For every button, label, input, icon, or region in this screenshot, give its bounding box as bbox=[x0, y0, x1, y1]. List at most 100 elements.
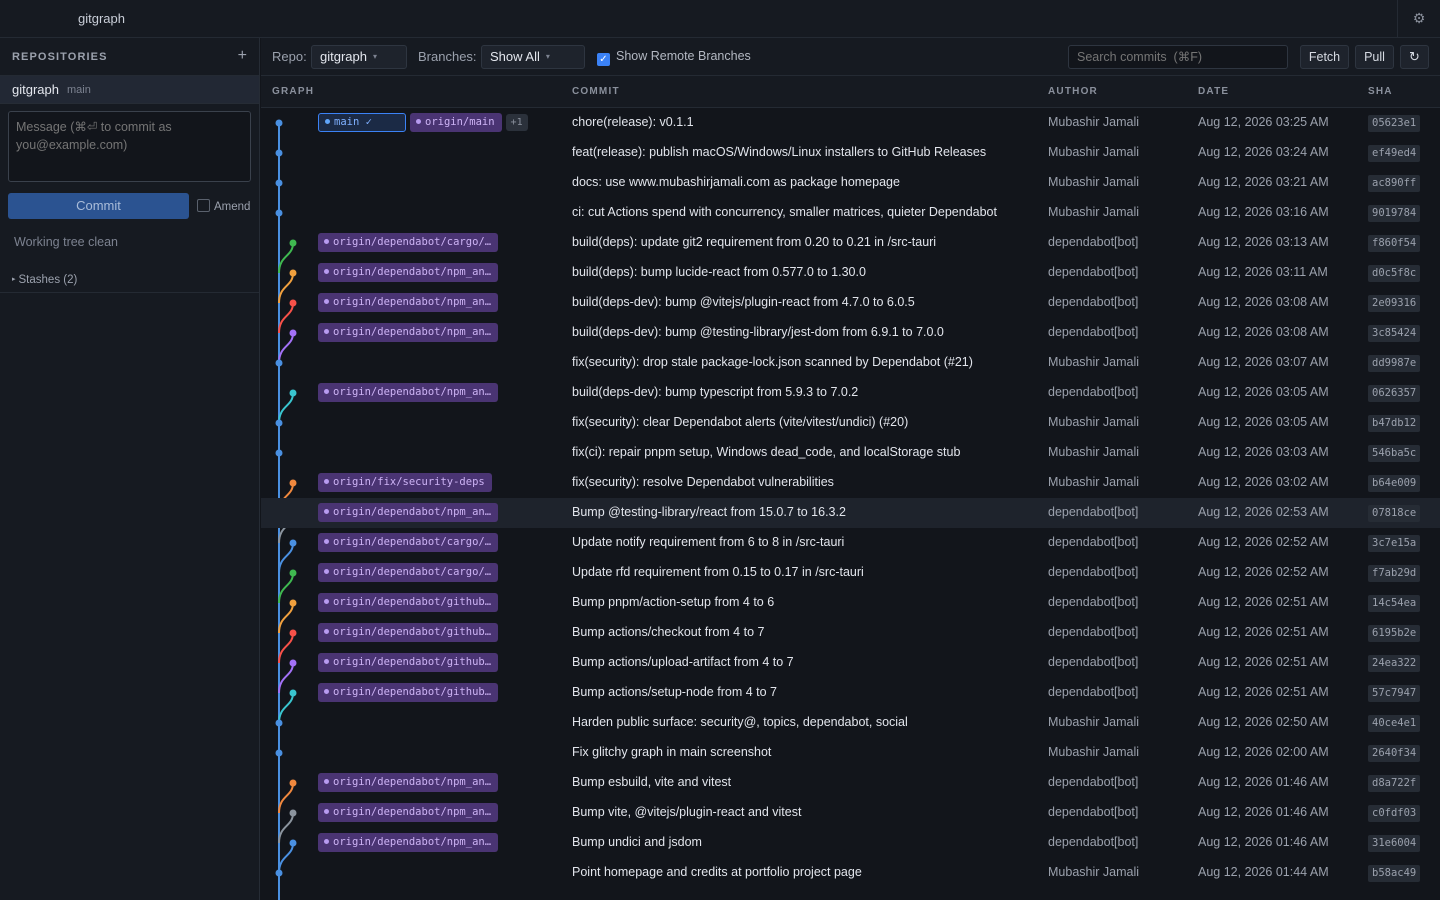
branch-dot-icon bbox=[324, 269, 329, 274]
checkmark-icon[interactable]: ✓ bbox=[597, 53, 610, 66]
commit-row[interactable]: origin/dependabot/npm_an… build(deps-dev)… bbox=[261, 288, 1440, 318]
remote-branch-badge[interactable]: origin/dependabot/npm_an… bbox=[318, 833, 499, 852]
commit-message: build(deps): bump lucide-react from 0.57… bbox=[572, 265, 866, 279]
pull-button[interactable]: Pull bbox=[1355, 45, 1394, 69]
commit-sha[interactable]: 6195b2e bbox=[1368, 625, 1421, 642]
remote-branch-badge[interactable]: origin/dependabot/npm_an… bbox=[318, 263, 499, 282]
chevron-down-icon: ▾ bbox=[372, 52, 377, 61]
commit-row[interactable]: origin/dependabot/github… Bump actions/up… bbox=[261, 648, 1440, 678]
commit-row[interactable]: origin/dependabot/npm_an… Bump @testing-l… bbox=[261, 498, 1440, 528]
commit-sha[interactable]: 57c7947 bbox=[1368, 685, 1421, 702]
amend-checkbox[interactable]: Amend bbox=[197, 199, 250, 213]
commit-row[interactable]: feat(release): publish macOS/Windows/Lin… bbox=[261, 138, 1440, 168]
commit-row[interactable]: origin/dependabot/github… Bump pnpm/actio… bbox=[261, 588, 1440, 618]
commit-sha[interactable]: f7ab29d bbox=[1368, 565, 1421, 582]
commit-sha[interactable]: d0c5f8c bbox=[1368, 265, 1421, 282]
commit-sha[interactable]: ef49ed4 bbox=[1368, 145, 1421, 162]
commit-row[interactable]: origin/dependabot/cargo/… Update rfd requ… bbox=[261, 558, 1440, 588]
commit-sha[interactable]: 3c85424 bbox=[1368, 325, 1421, 342]
commit-sha[interactable]: 40ce4e1 bbox=[1368, 715, 1421, 732]
commit-date: Aug 12, 2026 03:08 AM bbox=[1198, 325, 1329, 339]
commit-sha[interactable]: dd9987e bbox=[1368, 355, 1421, 372]
commit-sha[interactable]: b58ac49 bbox=[1368, 865, 1421, 882]
commit-message-input[interactable] bbox=[8, 111, 251, 182]
refresh-icon[interactable]: ↻ bbox=[1400, 45, 1429, 69]
commit-sha[interactable]: 9019784 bbox=[1368, 205, 1421, 222]
remote-branch-badge[interactable]: origin/dependabot/github… bbox=[318, 653, 499, 672]
commit-sha[interactable]: 2640f34 bbox=[1368, 745, 1421, 762]
commit-row[interactable]: fix(security): drop stale package-lock.j… bbox=[261, 348, 1440, 378]
remote-branch-badge[interactable]: origin/dependabot/github… bbox=[318, 683, 499, 702]
commit-row[interactable]: Harden public surface: security@, topics… bbox=[261, 708, 1440, 738]
commit-row[interactable]: main ✓ origin/main +1 chore(release): v0.1.… bbox=[261, 108, 1440, 138]
remote-branch-badge[interactable]: origin/dependabot/github… bbox=[318, 623, 499, 642]
commit-sha[interactable]: 14c54ea bbox=[1368, 595, 1421, 612]
commit-date: Aug 12, 2026 03:11 AM bbox=[1198, 265, 1328, 279]
settings-gear-icon[interactable]: ⚙ bbox=[1397, 0, 1440, 37]
remote-branch-badge[interactable]: origin/dependabot/cargo/… bbox=[318, 233, 499, 252]
repo-select[interactable]: gitgraph ▾ bbox=[311, 45, 407, 69]
commit-sha[interactable]: 05623e1 bbox=[1368, 115, 1421, 132]
commit-sha[interactable]: d8a722f bbox=[1368, 775, 1421, 792]
commit-sha[interactable]: b64e009 bbox=[1368, 475, 1421, 492]
commit-message: ci: cut Actions spend with concurrency, … bbox=[572, 205, 997, 219]
commit-row[interactable]: origin/dependabot/npm_an… build(deps-dev)… bbox=[261, 318, 1440, 348]
commit-author: dependabot[bot] bbox=[1048, 835, 1139, 849]
ref-label: origin/dependabot/npm_an… bbox=[333, 386, 492, 398]
commit-sha[interactable]: 31e6004 bbox=[1368, 835, 1421, 852]
commit-sha[interactable]: ac890ff bbox=[1368, 175, 1421, 192]
remote-branch-badge[interactable]: origin/dependabot/npm_an… bbox=[318, 773, 499, 792]
commit-row[interactable]: origin/dependabot/npm_an… Bump undici and… bbox=[261, 828, 1440, 858]
local-branch-badge[interactable]: main ✓ bbox=[318, 113, 406, 132]
add-repository-plus-icon[interactable]: + bbox=[238, 47, 247, 65]
commit-row[interactable]: origin/dependabot/npm_an… Bump vite, @vit… bbox=[261, 798, 1440, 828]
stashes-toggle[interactable]: ▸ Stashes (2) bbox=[12, 274, 259, 286]
commit-button[interactable]: Commit bbox=[8, 193, 189, 219]
commit-sha[interactable]: 2e09316 bbox=[1368, 295, 1421, 312]
remote-branch-badge[interactable]: origin/dependabot/npm_an… bbox=[318, 803, 499, 822]
remote-branch-badge[interactable]: origin/dependabot/npm_an… bbox=[318, 503, 499, 522]
commit-row[interactable]: fix(security): clear Dependabot alerts (… bbox=[261, 408, 1440, 438]
remote-branch-badge[interactable]: origin/dependabot/cargo/… bbox=[318, 533, 499, 552]
commit-sha[interactable]: 07818ce bbox=[1368, 505, 1421, 522]
show-remote-branches-checkbox[interactable]: ✓ Show Remote Branches bbox=[597, 49, 751, 66]
commit-row[interactable]: origin/dependabot/npm_an… Bump esbuild, v… bbox=[261, 768, 1440, 798]
commit-row[interactable]: origin/fix/security-deps fix(security): r… bbox=[261, 468, 1440, 498]
commit-row[interactable]: Fix glitchy graph in main screenshot Muba… bbox=[261, 738, 1440, 768]
remote-branch-badge[interactable]: origin/dependabot/github… bbox=[318, 593, 499, 612]
commit-sha[interactable]: 3c7e15a bbox=[1368, 535, 1421, 552]
commit-sha[interactable]: c0fdf03 bbox=[1368, 805, 1421, 822]
remote-branch-badge[interactable]: origin/fix/security-deps bbox=[318, 473, 492, 492]
commit-row[interactable]: origin/dependabot/npm_an… build(deps): bu… bbox=[261, 258, 1440, 288]
commit-row[interactable]: Point homepage and credits at portfolio … bbox=[261, 858, 1440, 888]
ref-label: main ✓ bbox=[334, 116, 372, 128]
search-commits-input[interactable] bbox=[1068, 45, 1288, 69]
remote-branch-badge[interactable]: origin/main bbox=[410, 113, 502, 132]
commit-sha[interactable]: f860f54 bbox=[1368, 235, 1421, 252]
remote-branch-badge[interactable]: origin/dependabot/npm_an… bbox=[318, 293, 499, 312]
commit-row[interactable]: origin/dependabot/npm_an… build(deps-dev)… bbox=[261, 378, 1440, 408]
commit-row[interactable]: origin/dependabot/cargo/… build(deps): up… bbox=[261, 228, 1440, 258]
commit-sha[interactable]: b47db12 bbox=[1368, 415, 1421, 432]
commit-author: Mubashir Jamali bbox=[1048, 415, 1140, 429]
commit-row[interactable]: docs: use www.mubashirjamali.com as pack… bbox=[261, 168, 1440, 198]
amend-checkbox-box[interactable] bbox=[197, 199, 210, 212]
commit-row[interactable]: fix(ci): repair pnpm setup, Windows dead… bbox=[261, 438, 1440, 468]
branches-select[interactable]: Show All ▾ bbox=[481, 45, 585, 69]
remote-branch-badge[interactable]: origin/dependabot/npm_an… bbox=[318, 323, 499, 342]
commit-row[interactable]: ci: cut Actions spend with concurrency, … bbox=[261, 198, 1440, 228]
commit-sha[interactable]: 546ba5c bbox=[1368, 445, 1421, 462]
repo-item-gitgraph[interactable]: gitgraph main bbox=[0, 76, 259, 104]
fetch-button[interactable]: Fetch bbox=[1300, 45, 1349, 69]
commit-date: Aug 12, 2026 03:21 AM bbox=[1198, 175, 1329, 189]
commit-message: Point homepage and credits at portfolio … bbox=[572, 865, 862, 879]
commit-sha[interactable]: 24ea322 bbox=[1368, 655, 1421, 672]
commit-row[interactable]: origin/dependabot/cargo/… Update notify r… bbox=[261, 528, 1440, 558]
remote-branch-badge[interactable]: origin/dependabot/npm_an… bbox=[318, 383, 499, 402]
commit-row[interactable]: origin/dependabot/github… Bump actions/ch… bbox=[261, 618, 1440, 648]
commit-row[interactable]: origin/dependabot/github… Bump actions/se… bbox=[261, 678, 1440, 708]
more-refs-badge[interactable]: +1 bbox=[505, 114, 528, 131]
remote-branch-badge[interactable]: origin/dependabot/cargo/… bbox=[318, 563, 499, 582]
commit-sha[interactable]: 0626357 bbox=[1368, 385, 1421, 402]
commit-date: Aug 12, 2026 03:05 AM bbox=[1198, 385, 1329, 399]
